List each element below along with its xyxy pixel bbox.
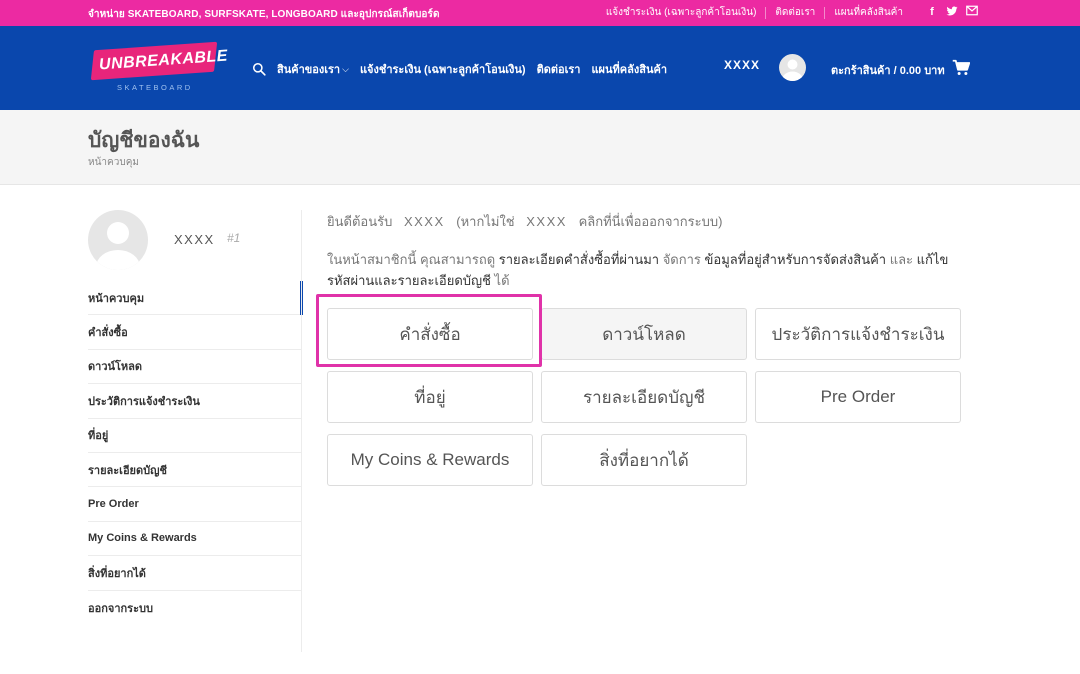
welcome-name: XXXX [403,214,445,229]
account-menu: หน้าควบคุม คำสั่งซื้อ ดาวน์โหลด ประวัติก… [88,281,303,625]
nav-contact[interactable]: ติดต่อเรา [537,60,581,78]
account-name: XXXX [174,232,215,247]
facebook-icon[interactable]: f [925,5,939,19]
welcome-not-prefix: (หากไม่ใช่ [456,214,515,229]
menu-pre-order[interactable]: Pre Order [88,487,302,522]
top-link-contact[interactable]: ติดต่อเรา [765,7,824,19]
site-header: UNBREAKABLE SKATEBOARD สินค้าของเรา ⌵ แจ… [0,26,1080,110]
menu-payment-history[interactable]: ประวัติการแจ้งชำระเงิน [88,384,302,419]
menu-logout[interactable]: ออกจากระบบ [88,591,302,625]
welcome-line: ยินดีต้อนรับ XXXX (หากไม่ใช่ XXXX คลิกที… [327,211,722,232]
page-title-section: บัญชีของฉัน หน้าควบคุม [0,110,1080,185]
header-username[interactable]: XXXX [724,58,760,72]
promo-text: จำหน่าย SKATEBOARD, SURFSKATE, LONGBOARD… [88,9,440,20]
tile-account-details[interactable]: รายละเอียดบัญชี [541,371,747,423]
menu-dashboard[interactable]: หน้าควบคุม [88,281,303,316]
nav-products[interactable]: สินค้าของเรา ⌵ [277,60,349,78]
top-links: แจ้งชำระเงิน (เฉพาะลูกค้าโอนเงิน) ติดต่อ… [597,7,912,19]
dashboard-intro: ในหน้าสมาชิกนี้ คุณสามารถดู รายละเอียดคำ… [327,249,967,291]
logout-link[interactable]: คลิกที่นี่เพื่อออกจากระบบ) [579,214,723,229]
addresses-link[interactable]: ข้อมูลที่อยู่สำหรับการจัดส่งสินค้า [705,252,887,267]
menu-account-details[interactable]: รายละเอียดบัญชี [88,453,302,488]
tile-downloads[interactable]: ดาวน์โหลด [541,308,747,360]
main-nav: สินค้าของเรา ⌵ แจ้งชำระเงิน (เฉพาะลูกค้า… [252,60,678,78]
logo-subtitle: SKATEBOARD [117,83,193,92]
tile-payment-history[interactable]: ประวัติการแจ้งชำระเงิน [755,308,961,360]
cart-link[interactable]: ตะกร้าสินค้า / 0.00 บาท [831,61,945,79]
top-bar: จำหน่าย SKATEBOARD, SURFSKATE, LONGBOARD… [0,0,1080,26]
account-avatar [88,210,148,270]
menu-orders[interactable]: คำสั่งซื้อ [88,315,302,350]
tile-wishlist[interactable]: สิ่งที่อยากได้ [541,434,747,486]
menu-coins-rewards[interactable]: My Coins & Rewards [88,522,302,557]
menu-wishlist[interactable]: สิ่งที่อยากได้ [88,556,302,591]
page-title: บัญชีของฉัน [88,129,200,152]
site-logo[interactable]: UNBREAKABLE SKATEBOARD [90,41,228,94]
top-link-payment[interactable]: แจ้งชำระเงิน (เฉพาะลูกค้าโอนเงิน) [597,7,766,19]
social-icons: f [925,5,979,19]
tile-coins-rewards[interactable]: My Coins & Rewards [327,434,533,486]
cart-icon[interactable] [952,59,971,76]
intro-text-1: ในหน้าสมาชิกนี้ คุณสามารถดู [327,252,499,267]
nav-payment-notify[interactable]: แจ้งชำระเงิน (เฉพาะลูกค้าโอนเงิน) [360,60,526,78]
nav-products-label: สินค้าของเรา [277,64,341,76]
sidebar-divider [301,210,302,652]
twitter-icon[interactable] [945,5,959,19]
menu-addresses[interactable]: ที่อยู่ [88,419,302,453]
tile-pre-order[interactable]: Pre Order [755,371,961,423]
top-link-warehouse-map[interactable]: แผนที่คลังสินค้า [824,7,912,19]
menu-downloads[interactable]: ดาวน์โหลด [88,350,302,385]
orders-link[interactable]: รายละเอียดคำสั่งซื้อที่ผ่านมา [499,252,659,267]
intro-text-2: จัดการ [659,252,705,267]
intro-text-4: ได้ [490,273,510,288]
chevron-down-icon: ⌵ [342,63,349,74]
email-icon[interactable] [965,5,979,19]
tile-addresses[interactable]: ที่อยู่ [327,371,533,423]
breadcrumb: หน้าควบคุม [88,157,139,168]
highlight-box [316,294,542,367]
header-avatar[interactable] [779,54,806,81]
search-icon[interactable] [252,62,266,76]
intro-text-3: และ [886,252,917,267]
welcome-prefix: ยินดีต้อนรับ [327,214,393,229]
welcome-not-name: XXXX [526,214,567,229]
account-id: #1 [227,231,241,245]
nav-warehouse-map[interactable]: แผนที่คลังสินค้า [591,60,667,78]
